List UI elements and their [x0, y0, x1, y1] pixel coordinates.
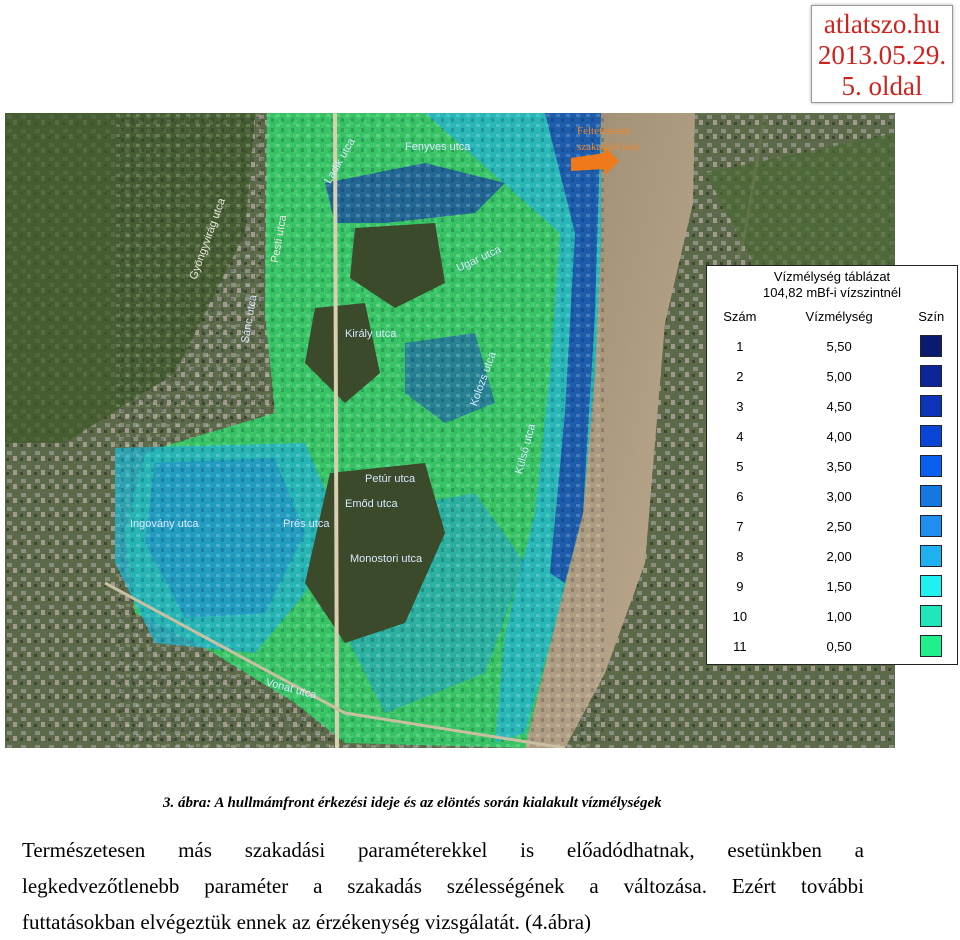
- body-paragraph: Természetesen más szakadási paraméterekk…: [22, 832, 864, 940]
- legend-row-num: 3: [736, 398, 744, 414]
- color-swatch: [920, 425, 943, 447]
- legend-row-depth: 4,50: [826, 398, 852, 414]
- color-swatch: [920, 365, 943, 387]
- legend-title: Vízmélység táblázat: [773, 269, 891, 284]
- legend-row-depth: 0,50: [826, 638, 852, 654]
- color-swatch: [920, 395, 943, 417]
- legend-row: 7 2,50: [707, 511, 957, 541]
- legend-row-num: 2: [736, 368, 744, 384]
- legend-grid: Szám Vízmélység Szín 1 5,50 2 5,00 3 4,50 4 4,0…: [707, 301, 957, 661]
- legend-row-num: 8: [736, 548, 744, 564]
- color-swatch: [920, 515, 943, 537]
- legend-row: 2 5,00: [707, 361, 957, 391]
- legend-row-color: [906, 481, 957, 511]
- legend-row-num: 10: [732, 608, 748, 624]
- color-swatch: [920, 485, 943, 507]
- legend-row-num: 7: [736, 518, 744, 534]
- street-label: Monostori utca: [350, 553, 423, 565]
- legend-header-depth: Vízmélység: [805, 308, 873, 324]
- color-swatch: [920, 545, 943, 567]
- street-label: Király utca: [345, 328, 397, 340]
- depth-legend-table: Vízmélység táblázat 104,82 mBf-i vízszin…: [706, 265, 958, 665]
- legend-row: 8 2,00: [707, 541, 957, 571]
- street-label: Ingovány utca: [130, 518, 199, 530]
- legend-row: 3 4,50: [707, 391, 957, 421]
- legend-subtitle: 104,82 mBf-i vízszintnél: [762, 285, 901, 300]
- legend-row: 6 3,00: [707, 481, 957, 511]
- legend-row-depth: 1,00: [826, 608, 852, 624]
- legend-row-depth: 2,00: [826, 548, 852, 564]
- street-label: Petúr utca: [365, 473, 416, 485]
- legend-row-color: [906, 451, 957, 481]
- paragraph-line: futtatásokban elvégeztük ennek az érzéke…: [22, 910, 592, 934]
- legend-row-num: 5: [736, 458, 744, 474]
- legend-rows: 1 5,50 2 5,00 3 4,50 4 4,00 5 3,50 6 3,00 7 2,50 8 2,00…: [707, 331, 957, 661]
- legend-row-color: [906, 601, 957, 631]
- legend-row-color: [906, 361, 957, 391]
- legend-row: 11 0,50: [707, 631, 957, 661]
- stamp-page: 5. oldal: [841, 71, 923, 101]
- legend-row: 4 4,00: [707, 421, 957, 451]
- legend-header-color: Szín: [918, 308, 945, 324]
- color-swatch: [920, 575, 943, 597]
- legend-row: 10 1,00: [707, 601, 957, 631]
- stamp-site-name: atlatszo.hu: [823, 9, 941, 39]
- paragraph-line: legkedvezőtlenebb paraméter a szakadás s…: [22, 874, 864, 898]
- legend-row-depth: 3,00: [826, 488, 852, 504]
- legend-row-depth: 1,50: [826, 578, 852, 594]
- legend-row-num: 11: [733, 638, 747, 654]
- legend-row-color: [906, 631, 957, 661]
- legend-row-color: [906, 331, 957, 361]
- legend-row: 9 1,50: [707, 571, 957, 601]
- legend-row-num: 9: [736, 578, 744, 594]
- street-label: Emőd utca: [345, 498, 398, 510]
- breach-label-line1: Feltételezett: [577, 125, 631, 137]
- legend-row: 1 5,50: [707, 331, 957, 361]
- legend-row-depth: 5,50: [826, 338, 852, 354]
- legend-header-num: Szám: [723, 308, 757, 324]
- legend-row-depth: 2,50: [826, 518, 852, 534]
- color-swatch: [920, 335, 943, 357]
- legend-row-color: [906, 571, 957, 601]
- legend-row: 5 3,50: [707, 451, 957, 481]
- color-swatch: [920, 635, 943, 657]
- site-stamp: atlatszo.hu 2013.05.29. 5. oldal: [811, 5, 953, 103]
- color-swatch: [920, 605, 943, 627]
- street-label: Fenyves utca: [405, 141, 471, 153]
- legend-row-depth: 5,00: [826, 368, 852, 384]
- color-swatch: [920, 455, 943, 477]
- legend-row-color: [906, 391, 957, 421]
- paragraph-line: Természetesen más szakadási paraméterekk…: [22, 838, 864, 862]
- figure-caption: 3. ábra: A hullmámfront érkezési ideje é…: [163, 795, 662, 811]
- legend-row-color: [906, 421, 957, 451]
- street-label: Prés utca: [283, 518, 330, 530]
- legend-row-num: 6: [736, 488, 744, 504]
- breach-label: Feltételezett szakadási hely: [577, 123, 641, 155]
- legend-row-num: 4: [736, 428, 744, 444]
- legend-row-depth: 3,50: [826, 458, 852, 474]
- legend-row-color: [906, 541, 957, 571]
- legend-row-num: 1: [736, 338, 744, 354]
- breach-label-line2: szakadási hely: [577, 141, 641, 153]
- legend-row-color: [906, 511, 957, 541]
- stamp-date: 2013.05.29.: [817, 40, 947, 70]
- legend-row-depth: 4,00: [826, 428, 852, 444]
